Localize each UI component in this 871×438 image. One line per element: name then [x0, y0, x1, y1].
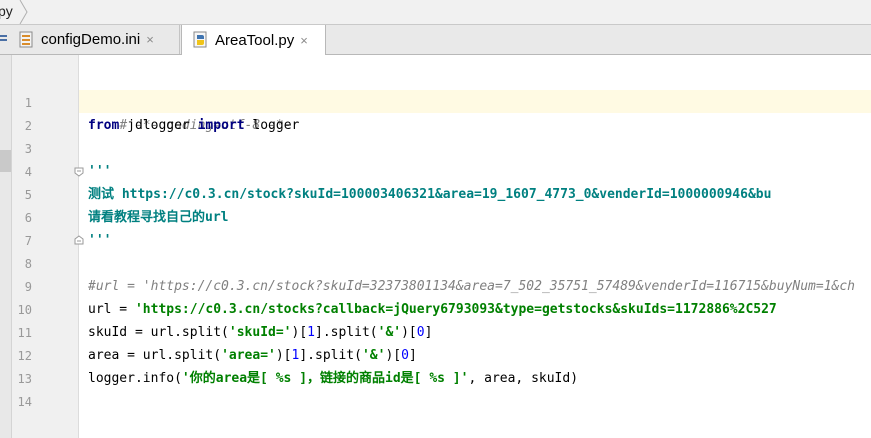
fold-open-icon[interactable]: [74, 167, 84, 177]
python-file-icon: [193, 31, 207, 48]
line-number: 10: [17, 303, 32, 317]
code-editor[interactable]: 1 2 3 4 5 6 7 8 9 10 11 12 13 14 # -*- c…: [0, 55, 871, 438]
tab-configdemo-ini[interactable]: configDemo.ini ×: [0, 25, 180, 54]
line-number: 12: [17, 349, 32, 363]
line-number: 13: [17, 372, 32, 386]
code-token: )[: [385, 348, 402, 363]
code-token: logger.info(: [88, 371, 182, 386]
code-line-4: ''': [88, 160, 111, 183]
code-token: ]: [424, 325, 433, 340]
docstring-token: 请看教程寻找自己的url: [88, 210, 229, 225]
code-line-5: 测试 https://c0.3.cn/stock?skuId=100003406…: [88, 183, 771, 206]
tab-label: AreaTool.py: [215, 31, 295, 49]
code-token: jdlogger: [119, 118, 198, 133]
code-line-7: ''': [88, 229, 111, 252]
keyword-token: import: [197, 118, 245, 133]
code-line-13: logger.info('你的area是[ %s ]，链接的商品id是[ %s …: [88, 367, 578, 390]
code-token: url =: [88, 302, 135, 317]
string-token: 'https://c0.3.cn/stocks?callback=jQuery6…: [134, 302, 777, 317]
breadcrumb: py: [0, 0, 871, 25]
code-token: skuId = url.split(: [88, 325, 229, 340]
line-number: 3: [24, 142, 32, 156]
line-number: 4: [24, 165, 32, 179]
keyword-token: from: [88, 118, 120, 133]
code-line-11: skuId = url.split('skuId=')[1].split('&'…: [88, 321, 432, 344]
code-line-12: area = url.split('area=')[1].split('&')[…: [88, 344, 417, 367]
string-token: 'area=': [221, 348, 276, 363]
tab-areatool-py[interactable]: AreaTool.py ×: [181, 25, 326, 55]
line-number: 14: [17, 395, 32, 409]
code-line-9: #url = 'https://c0.3.cn/stock?skuId=3237…: [88, 275, 855, 298]
line-number: 9: [24, 280, 32, 294]
docstring-token: 测试 https://c0.3.cn/stock?skuId=100003406…: [88, 187, 772, 202]
code-token: logger: [244, 118, 300, 133]
string-token: '&': [361, 348, 386, 363]
code-token: ]: [408, 348, 417, 363]
code-token: ].split(: [315, 325, 378, 340]
code-token: )[: [275, 348, 292, 363]
code-token: ].split(: [299, 348, 362, 363]
number-token: 0: [401, 348, 409, 363]
number-token: 1: [307, 325, 315, 340]
scroll-marker: [0, 150, 11, 172]
code-token: )[: [401, 325, 417, 340]
docstring-token: ''': [88, 164, 112, 179]
line-number: 7: [24, 234, 32, 248]
left-tool-strip: [0, 55, 12, 438]
line-number: 11: [17, 326, 32, 340]
line-number: 1: [24, 96, 32, 110]
line-number: 2: [24, 119, 32, 133]
number-token: 0: [416, 325, 425, 340]
docstring-token: ''': [88, 233, 112, 248]
breadcrumb-item[interactable]: py: [0, 3, 13, 19]
fold-close-icon[interactable]: [74, 235, 84, 245]
code-line-10: url = 'https://c0.3.cn/stocks?callback=j…: [88, 298, 777, 321]
line-number: 6: [24, 211, 32, 225]
line-number: 5: [24, 188, 32, 202]
code-token: , area, skuId): [468, 371, 579, 386]
code-line-1: # -*- coding=utf-8 -*-: [88, 91, 291, 133]
chevron-right-icon: [19, 0, 28, 24]
comment-token: #url = 'https://c0.3.cn/stock?skuId=3237…: [88, 279, 856, 294]
string-token: '&': [377, 325, 402, 340]
tab-label: configDemo.ini: [41, 31, 141, 48]
code-token: )[: [291, 325, 308, 340]
editor-tab-bar: configDemo.ini × AreaTool.py ×: [0, 25, 871, 55]
code-line-6: 请看教程寻找自己的url: [88, 206, 228, 229]
string-token: '你的area是[ %s ]，链接的商品id是[ %s ]': [181, 371, 469, 386]
ini-file-icon: [19, 31, 33, 47]
line-number: 8: [24, 257, 32, 271]
close-icon[interactable]: ×: [146, 33, 154, 46]
close-icon[interactable]: ×: [300, 34, 308, 47]
code-line-2: from jdlogger import logger: [88, 114, 299, 137]
string-token: 'skuId=': [228, 325, 292, 340]
code-token: area = url.split(: [88, 348, 222, 363]
